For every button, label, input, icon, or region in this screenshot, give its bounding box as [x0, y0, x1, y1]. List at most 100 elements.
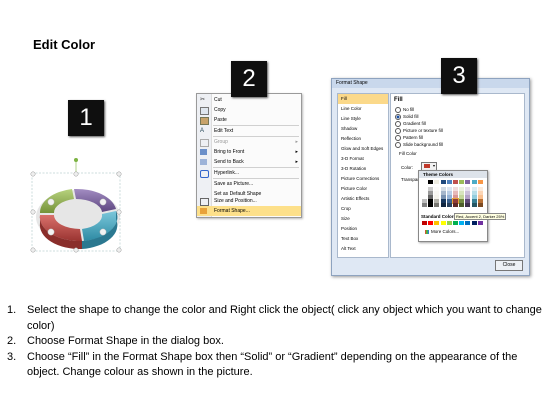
menu-item-group[interactable]: Group ▸ — [197, 137, 301, 147]
submenu-arrow-icon: ▸ — [295, 139, 298, 145]
hyperlink-icon — [200, 170, 209, 178]
chevron-down-icon: ▾ — [432, 163, 435, 168]
step-badge-2: 2 — [231, 61, 267, 97]
step-badge-1: 1 — [68, 100, 104, 136]
ring-shape[interactable] — [28, 155, 138, 265]
page-title: Edit Color — [33, 37, 96, 52]
category-list: Fill Line Color Line Style Shadow Reflec… — [337, 93, 389, 258]
close-button[interactable]: Close — [495, 260, 523, 271]
radio-slide-background-fill[interactable]: Slide background fill — [395, 142, 443, 148]
theme-colors-palette: Theme Colors Standard Colors Red, Accent… — [418, 170, 507, 242]
standard-colors-label: Standard Colors — [421, 214, 457, 219]
color-swatch-cell[interactable] — [471, 203, 477, 207]
color-swatch-cell[interactable] — [428, 180, 434, 184]
color-swatch-cell[interactable] — [471, 180, 477, 184]
color-swatch-cell[interactable] — [465, 180, 471, 184]
category-position[interactable]: Position — [338, 224, 388, 234]
radio-pattern-fill[interactable]: Pattern fill — [395, 135, 423, 141]
transparency-label: Transpar — [401, 177, 419, 182]
bring-to-front-icon — [200, 149, 207, 155]
menu-item-bring-to-front[interactable]: Bring to Front ▸ — [197, 147, 301, 157]
color-swatch-cell[interactable] — [453, 180, 458, 184]
palette-icon — [425, 229, 429, 234]
radio-picture-fill[interactable]: Picture or texture fill — [395, 128, 443, 134]
color-swatch-cell[interactable] — [434, 203, 440, 207]
group-icon — [200, 139, 209, 147]
category-crop[interactable]: Crop — [338, 204, 388, 214]
color-swatch-cell[interactable] — [453, 203, 458, 207]
theme-colors-header: Theme Colors — [419, 171, 487, 178]
category-fill[interactable]: Fill — [338, 94, 388, 104]
format-shape-icon — [200, 208, 207, 214]
menu-item-size-and-position[interactable]: Size and Position... — [197, 196, 301, 206]
context-menu: ✂ Cut Copy Paste A Edit Text Group ▸ Bring … — [196, 93, 302, 218]
color-swatch-cell[interactable] — [422, 203, 427, 207]
standard-color-cell[interactable] — [453, 221, 458, 225]
step-2: 2. Choose Format Shape in the dialog box. — [7, 335, 224, 347]
standard-color-cell[interactable] — [471, 221, 477, 225]
color-swatch-cell[interactable] — [434, 180, 440, 184]
menu-item-copy[interactable]: Copy — [197, 105, 301, 115]
menu-item-hyperlink[interactable]: Hyperlink... — [197, 168, 301, 178]
menu-item-paste[interactable]: Paste — [197, 115, 301, 125]
step-1: 1. Select the shape to change the color a… — [7, 304, 542, 332]
color-swatch-cell[interactable] — [422, 180, 427, 184]
menu-item-edit-text[interactable]: A Edit Text — [197, 126, 301, 136]
color-swatch-cell[interactable] — [446, 180, 452, 184]
color-label: Color: — [401, 165, 414, 170]
color-swatch-cell[interactable] — [446, 203, 452, 207]
color-tooltip: Red, Accent 2, Darker 25% — [454, 213, 507, 220]
radio-no-fill[interactable]: No fill — [395, 107, 414, 113]
edit-text-icon: A — [200, 128, 205, 134]
copy-icon — [200, 107, 209, 115]
standard-color-cell[interactable] — [459, 221, 465, 225]
dialog-title: Format Shape — [332, 79, 529, 88]
color-swatch-cell[interactable] — [477, 203, 483, 207]
menu-item-format-shape[interactable]: Format Shape... — [197, 206, 301, 216]
rotation-handle[interactable] — [74, 158, 78, 162]
standard-color-cell[interactable] — [428, 221, 434, 225]
color-swatch-cell[interactable] — [465, 203, 471, 207]
category-size[interactable]: Size — [338, 214, 388, 224]
color-swatch-cell[interactable] — [428, 203, 434, 207]
send-to-back-icon — [200, 159, 207, 165]
menu-item-send-to-back[interactable]: Send to Back ▸ — [197, 157, 301, 167]
standard-color-cell[interactable] — [477, 221, 483, 225]
paste-icon — [200, 117, 209, 125]
more-colors-link[interactable]: More Colors... — [425, 229, 459, 234]
fill-heading: Fill — [394, 97, 403, 103]
category-picture-color[interactable]: Picture Color — [338, 184, 388, 194]
category-artistic-effects[interactable]: Artistic Effects — [338, 194, 388, 204]
radio-gradient-fill[interactable]: Gradient fill — [395, 121, 426, 127]
standard-color-cell[interactable] — [446, 221, 452, 225]
color-swatch-cell[interactable] — [440, 180, 446, 184]
standard-color-cell[interactable] — [440, 221, 446, 225]
step-3: 3. Choose “Fill” in the Format Shape box … — [7, 350, 518, 379]
category-3d-rotation[interactable]: 3-D Rotation — [338, 164, 388, 174]
color-swatch-cell[interactable] — [440, 203, 446, 207]
size-position-icon — [200, 198, 209, 206]
category-line-color[interactable]: Line Color — [338, 104, 388, 114]
scissors-icon: ✂ — [200, 97, 206, 103]
color-swatch — [424, 164, 430, 168]
category-shadow[interactable]: Shadow — [338, 124, 388, 134]
standard-color-cell[interactable] — [422, 221, 427, 225]
standard-color-cell[interactable] — [465, 221, 471, 225]
standard-color-cell[interactable] — [434, 221, 440, 225]
category-reflection[interactable]: Reflection — [338, 134, 388, 144]
submenu-arrow-icon: ▸ — [295, 149, 298, 155]
menu-item-save-as-picture[interactable]: Save as Picture... — [197, 179, 301, 189]
step-badge-3: 3 — [441, 58, 477, 94]
category-3d-format[interactable]: 3-D Format — [338, 154, 388, 164]
category-alt-text[interactable]: Alt Text — [338, 244, 388, 254]
radio-solid-fill[interactable]: Solid fill — [395, 114, 419, 120]
color-swatch-cell[interactable] — [477, 180, 483, 184]
color-swatch-cell[interactable] — [459, 180, 465, 184]
category-picture-corrections[interactable]: Picture Corrections — [338, 174, 388, 184]
category-glow[interactable]: Glow and Soft Edges — [338, 144, 388, 154]
submenu-arrow-icon: ▸ — [295, 159, 298, 165]
category-text-box[interactable]: Text Box — [338, 234, 388, 244]
category-line-style[interactable]: Line Style — [338, 114, 388, 124]
color-swatch-cell[interactable] — [459, 203, 465, 207]
instructions: 1. Select the shape to change the color a… — [7, 303, 547, 381]
